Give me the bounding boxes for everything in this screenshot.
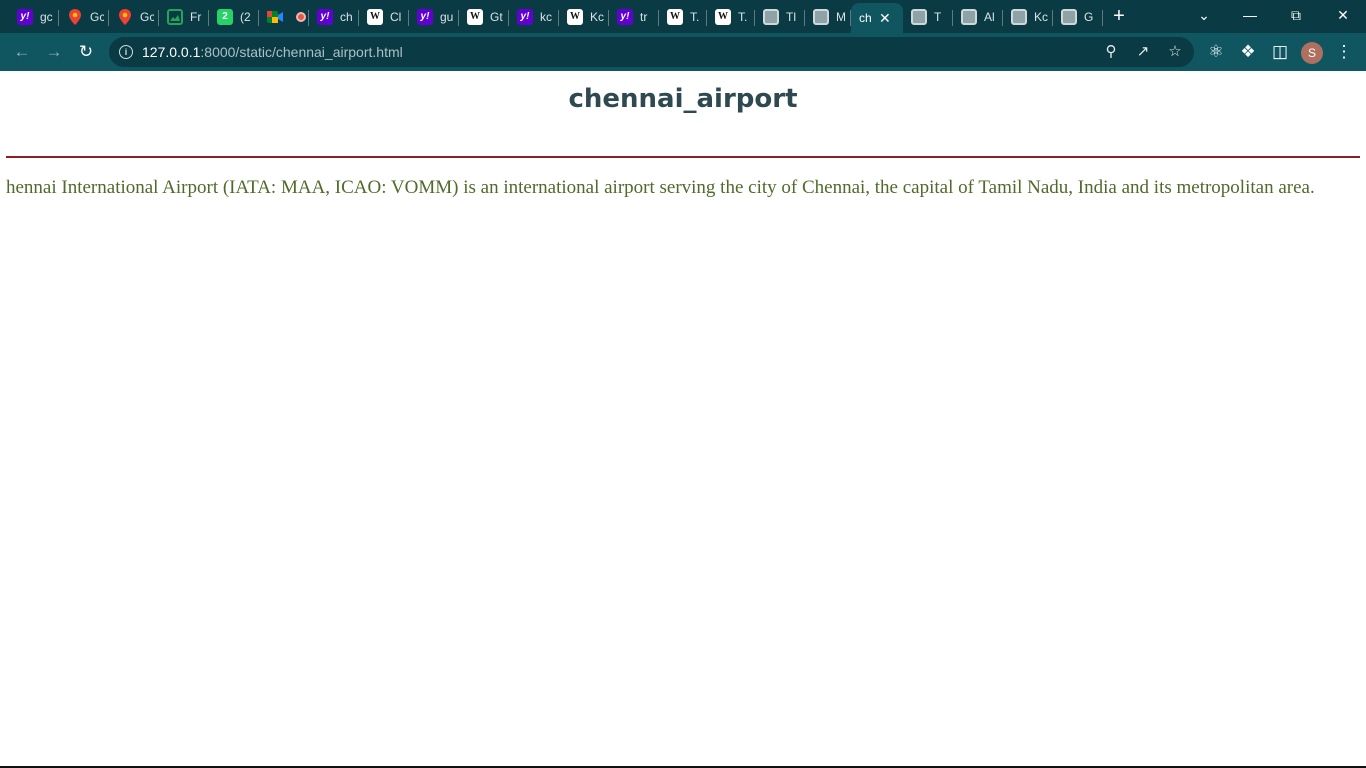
tab-separator bbox=[1102, 10, 1103, 26]
tab-title: Kc bbox=[590, 10, 604, 24]
tab-title: Fr bbox=[190, 10, 202, 24]
url-host: 127.0.0.1 bbox=[142, 44, 201, 60]
tab-title: Al bbox=[984, 10, 995, 24]
tab-strip: y! gc Gc Gc Fr 2 (2 y! ch W Cl y! gu W Gt y! kc W Kc y! tr W T… bbox=[0, 0, 1366, 33]
browser-tab[interactable]: Kc bbox=[1003, 4, 1053, 30]
tab-title: G bbox=[1084, 10, 1094, 24]
google-meet-icon bbox=[267, 9, 283, 25]
tab-title: Cl bbox=[390, 10, 402, 24]
tab-title: gu bbox=[440, 10, 454, 24]
browser-tab[interactable]: y! gc bbox=[9, 4, 59, 30]
wikipedia-icon: W bbox=[467, 9, 483, 25]
tab-title: Kc bbox=[1034, 10, 1048, 24]
browser-tab[interactable]: Fr bbox=[159, 4, 209, 30]
menu-kebab-icon[interactable]: ⋮ bbox=[1334, 42, 1354, 62]
globe-icon bbox=[911, 9, 927, 25]
react-devtools-extension-icon[interactable]: ⚛ bbox=[1206, 42, 1226, 62]
browser-tab[interactable] bbox=[259, 4, 309, 30]
zoom-icon[interactable]: ⚲ bbox=[1102, 43, 1120, 61]
yahoo-icon: y! bbox=[517, 9, 533, 25]
wikipedia-icon: W bbox=[367, 9, 383, 25]
globe-icon bbox=[813, 9, 829, 25]
back-button[interactable]: ← bbox=[12, 42, 32, 62]
page-title: chennai_airport bbox=[568, 84, 798, 114]
browser-tab[interactable]: Gc bbox=[109, 4, 159, 30]
tab-title: T bbox=[934, 10, 942, 24]
tab-active[interactable]: ch ✕ bbox=[851, 3, 903, 33]
google-maps-icon bbox=[67, 9, 83, 25]
address-bar[interactable]: i 127.0.0.1:8000/static/chennai_airport.… bbox=[109, 37, 1194, 67]
image-icon bbox=[167, 9, 183, 25]
share-icon[interactable]: ↗ bbox=[1134, 43, 1152, 61]
tab-title: gc bbox=[40, 10, 53, 24]
yahoo-icon: y! bbox=[317, 9, 333, 25]
browser-tab[interactable]: W Cl bbox=[359, 4, 409, 30]
tab-title: tr bbox=[640, 10, 648, 24]
tab-title: M bbox=[836, 10, 846, 24]
whatsapp-icon: 2 bbox=[217, 9, 233, 25]
yahoo-icon: y! bbox=[17, 9, 33, 25]
browser-tab[interactable]: T bbox=[903, 4, 953, 30]
tab-title: Gt bbox=[490, 10, 503, 24]
tab-title: ch bbox=[859, 11, 872, 25]
browser-tab[interactable]: y! gu bbox=[409, 4, 459, 30]
tab-title: ch bbox=[340, 10, 353, 24]
browser-tab[interactable]: Al bbox=[953, 4, 1003, 30]
site-info-icon[interactable]: i bbox=[119, 45, 133, 59]
tab-title: kc bbox=[540, 10, 552, 24]
browser-tab[interactable]: 2 (2 bbox=[209, 4, 259, 30]
browser-tab[interactable]: Gc bbox=[59, 4, 109, 30]
globe-icon bbox=[1061, 9, 1077, 25]
extensions-puzzle-icon[interactable]: ❖ bbox=[1238, 42, 1258, 62]
tab-title: Gc bbox=[90, 10, 104, 24]
bookmark-star-icon[interactable]: ☆ bbox=[1166, 43, 1184, 61]
tab-search-chevron-icon[interactable]: ⌄ bbox=[1181, 0, 1227, 30]
browser-tab[interactable]: W T. bbox=[659, 4, 707, 30]
url-path: :8000/static/chennai_airport.html bbox=[200, 44, 403, 60]
tab-title: Tl bbox=[786, 10, 796, 24]
globe-icon bbox=[961, 9, 977, 25]
close-window-button[interactable]: ✕ bbox=[1320, 0, 1366, 30]
article-paragraph: hennai International Airport (IATA: MAA,… bbox=[6, 177, 1315, 198]
globe-icon bbox=[1011, 9, 1027, 25]
side-panel-icon[interactable]: ◫ bbox=[1270, 42, 1290, 62]
url-text[interactable]: 127.0.0.1:8000/static/chennai_airport.ht… bbox=[142, 44, 403, 60]
browser-toolbar: ← → ↻ i 127.0.0.1:8000/static/chennai_ai… bbox=[0, 33, 1366, 71]
reload-button[interactable]: ↻ bbox=[76, 42, 96, 62]
browser-tab[interactable]: W Kc bbox=[559, 4, 609, 30]
tab-title: (2 bbox=[240, 10, 251, 24]
browser-tab[interactable]: y! kc bbox=[509, 4, 559, 30]
browser-tab[interactable]: W Gt bbox=[459, 4, 509, 30]
browser-tab[interactable]: y! tr bbox=[609, 4, 659, 30]
close-tab-icon[interactable]: ✕ bbox=[879, 11, 891, 25]
yahoo-icon: y! bbox=[417, 9, 433, 25]
forward-button[interactable]: → bbox=[44, 42, 64, 62]
new-tab-button[interactable]: + bbox=[1109, 6, 1129, 26]
horizontal-rule bbox=[6, 156, 1360, 158]
browser-tab[interactable]: Tl bbox=[755, 4, 805, 30]
globe-icon bbox=[763, 9, 779, 25]
wikipedia-icon: W bbox=[567, 9, 583, 25]
browser-tab[interactable]: W T. bbox=[707, 4, 755, 30]
yahoo-icon: y! bbox=[617, 9, 633, 25]
wikipedia-icon: W bbox=[667, 9, 683, 25]
minimize-button[interactable]: — bbox=[1227, 0, 1273, 30]
browser-tab[interactable]: M bbox=[805, 4, 851, 30]
tab-title: T. bbox=[690, 10, 700, 24]
recording-indicator-icon bbox=[296, 12, 306, 22]
tab-title: Gc bbox=[140, 10, 154, 24]
browser-tab[interactable]: y! ch bbox=[309, 4, 359, 30]
tab-title: T. bbox=[738, 10, 748, 24]
restore-button[interactable]: ⧉ bbox=[1273, 0, 1319, 30]
google-maps-icon bbox=[117, 9, 133, 25]
wikipedia-icon: W bbox=[715, 9, 731, 25]
profile-avatar[interactable]: S bbox=[1301, 42, 1323, 64]
browser-tab[interactable]: G bbox=[1053, 4, 1103, 30]
